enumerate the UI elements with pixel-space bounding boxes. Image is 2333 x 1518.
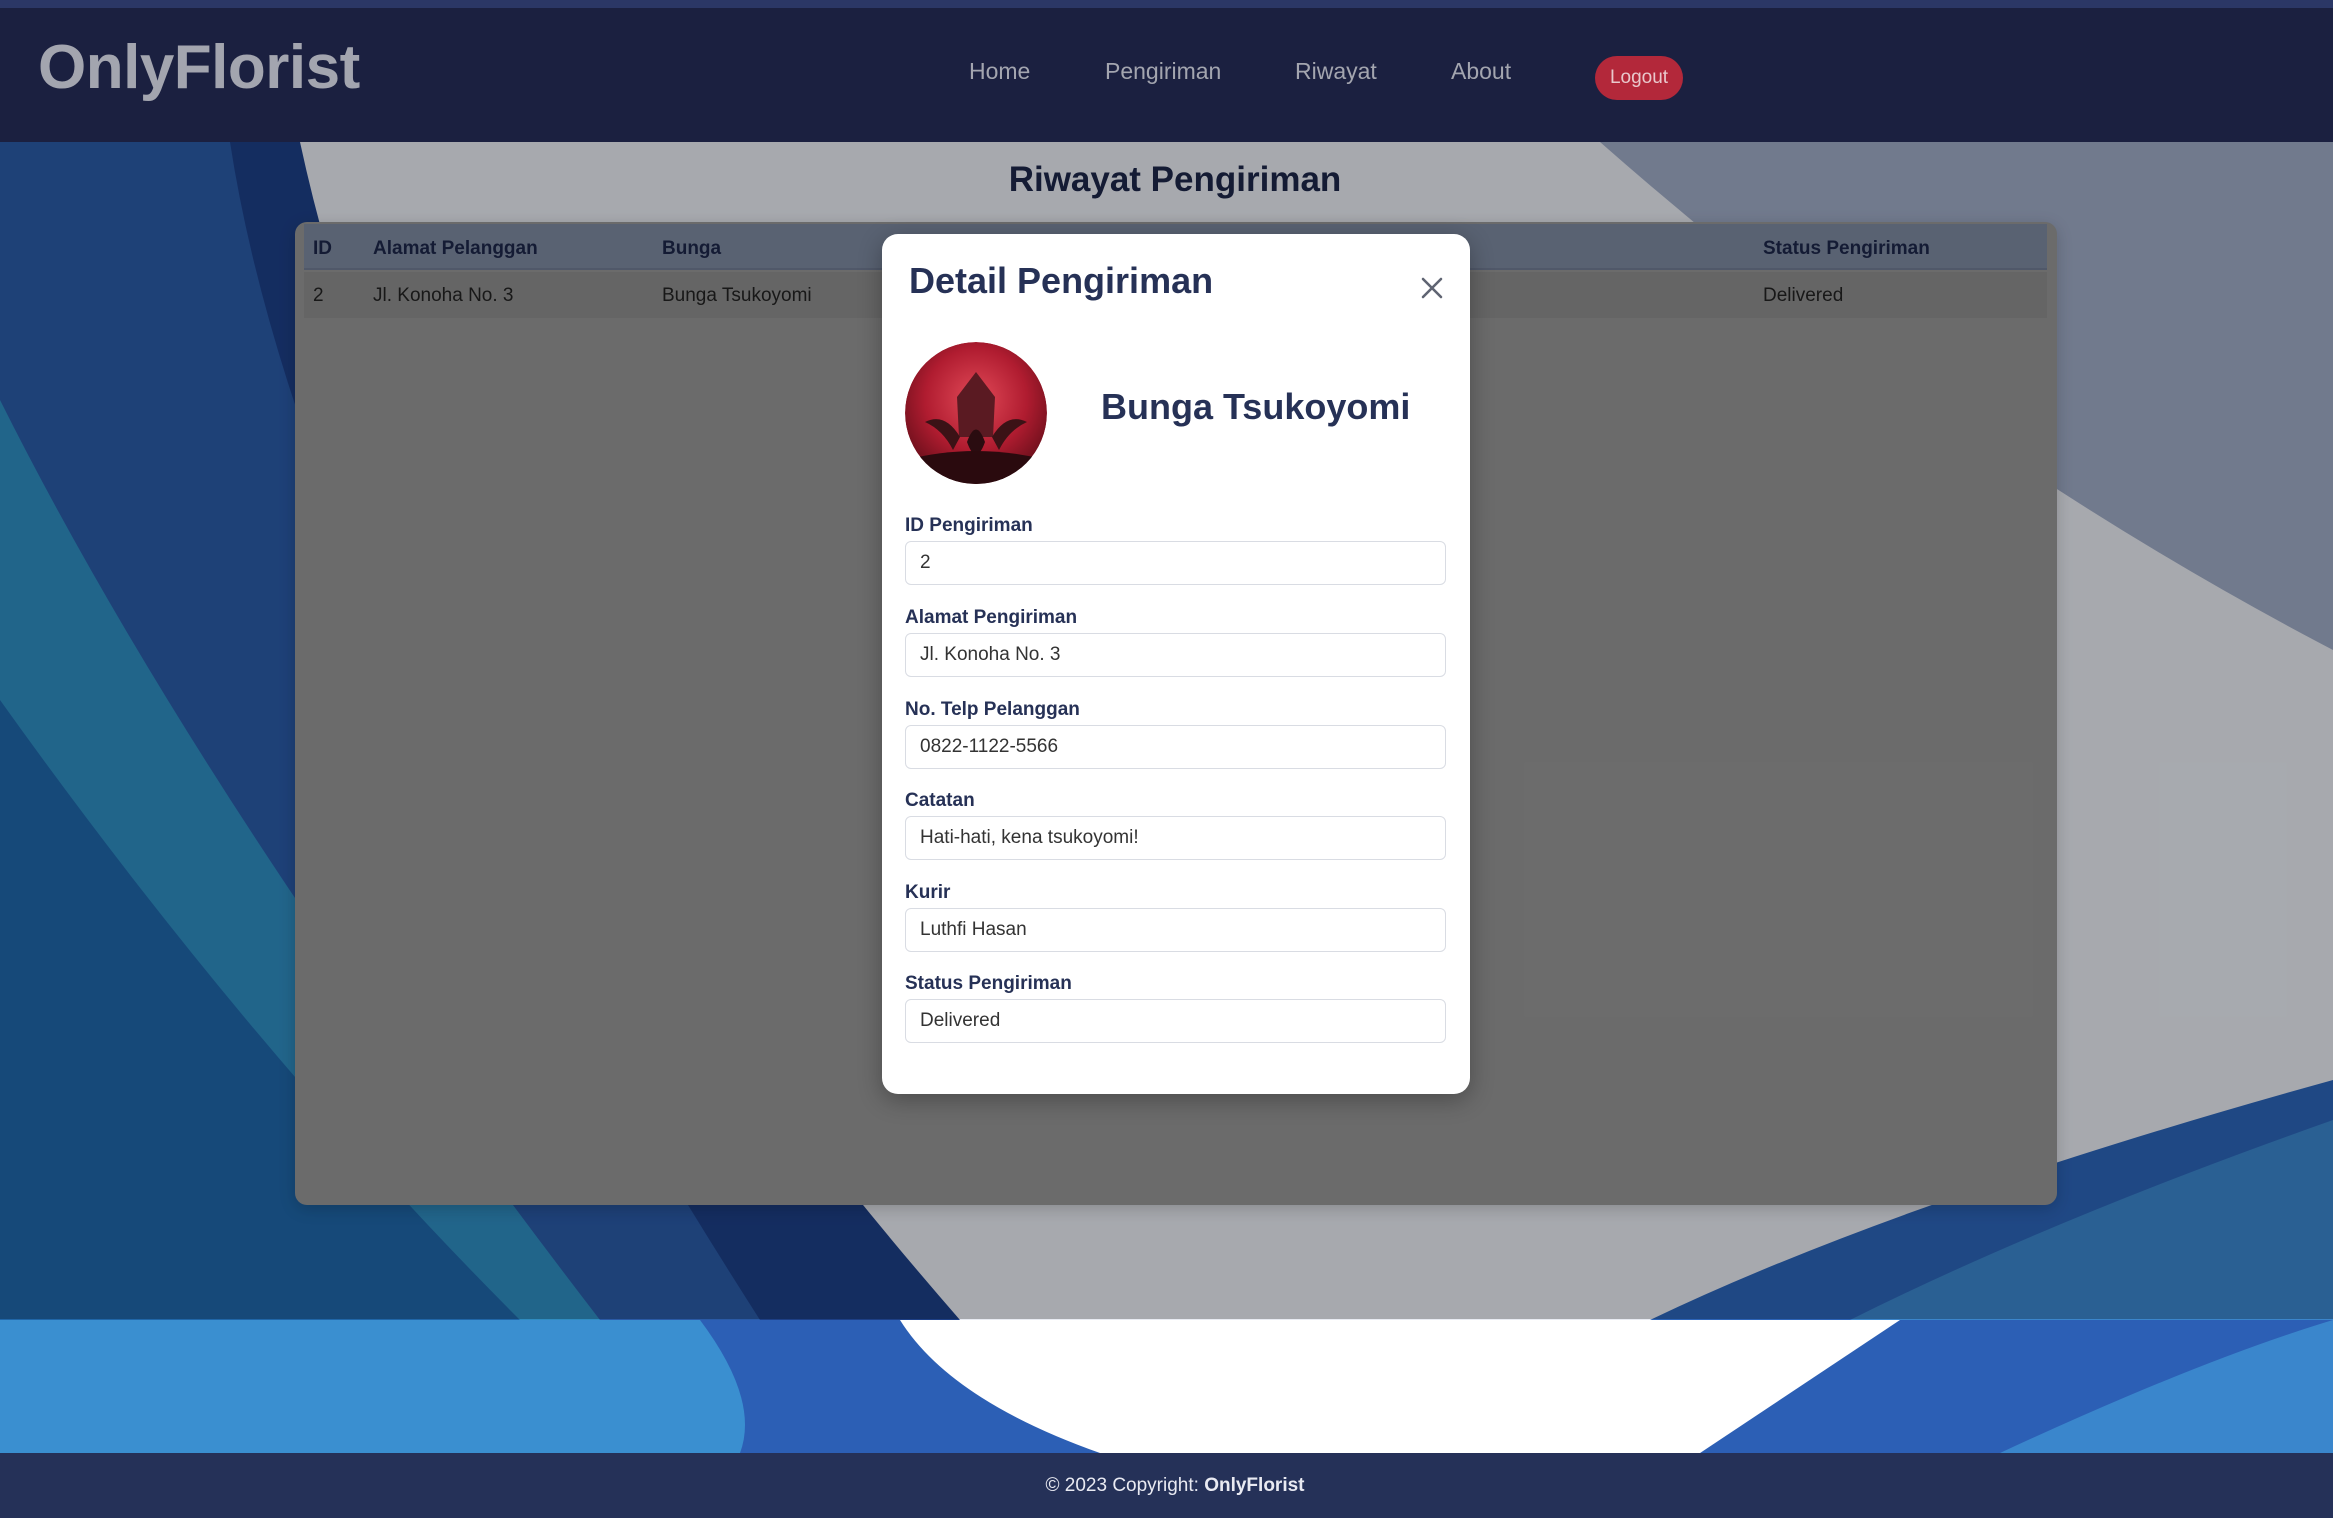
footer-copyright: © 2023 Copyright: OnlyFlorist <box>0 1475 2333 1497</box>
navbar: OnlyFlorist Home Pengiriman Riwayat Abou… <box>0 8 2333 142</box>
modal-title: Detail Pengiriman <box>909 260 1214 301</box>
top-strip <box>0 0 2333 8</box>
footer-prefix: © 2023 Copyright: <box>1045 1475 1205 1496</box>
field-catatan[interactable]: Hati-hati, kena tsukoyomi! <box>905 816 1446 860</box>
nav-riwayat[interactable]: Riwayat <box>1295 58 1377 85</box>
field-telp-pelanggan[interactable]: 0822-1122-5566 <box>905 725 1446 769</box>
flower-name: Bunga Tsukoyomi <box>1101 386 1411 427</box>
field-id-pengiriman[interactable]: 2 <box>905 541 1446 585</box>
label-catatan: Catatan <box>905 790 975 811</box>
field-alamat-pengiriman[interactable]: Jl. Konoha No. 3 <box>905 633 1446 677</box>
brand-logo[interactable]: OnlyFlorist <box>38 32 360 103</box>
nav-about[interactable]: About <box>1451 58 1511 85</box>
nav-pengiriman[interactable]: Pengiriman <box>1105 58 1221 85</box>
field-status-pengiriman[interactable]: Delivered <box>905 999 1446 1043</box>
label-kurir: Kurir <box>905 882 951 903</box>
nav-home[interactable]: Home <box>969 58 1030 85</box>
field-kurir[interactable]: Luthfi Hasan <box>905 908 1446 952</box>
logout-button[interactable]: Logout <box>1595 56 1683 100</box>
footer-brand: OnlyFlorist <box>1204 1475 1305 1496</box>
label-status-pengiriman: Status Pengiriman <box>905 973 1072 994</box>
close-icon[interactable] <box>1418 274 1446 302</box>
label-alamat-pengiriman: Alamat Pengiriman <box>905 607 1078 628</box>
label-telp-pelanggan: No. Telp Pelanggan <box>905 699 1080 720</box>
detail-modal: Detail Pengiriman Bunga Tsukoyomi ID Pen… <box>882 234 1470 1094</box>
flower-avatar <box>905 342 1047 484</box>
label-id-pengiriman: ID Pengiriman <box>905 515 1033 536</box>
